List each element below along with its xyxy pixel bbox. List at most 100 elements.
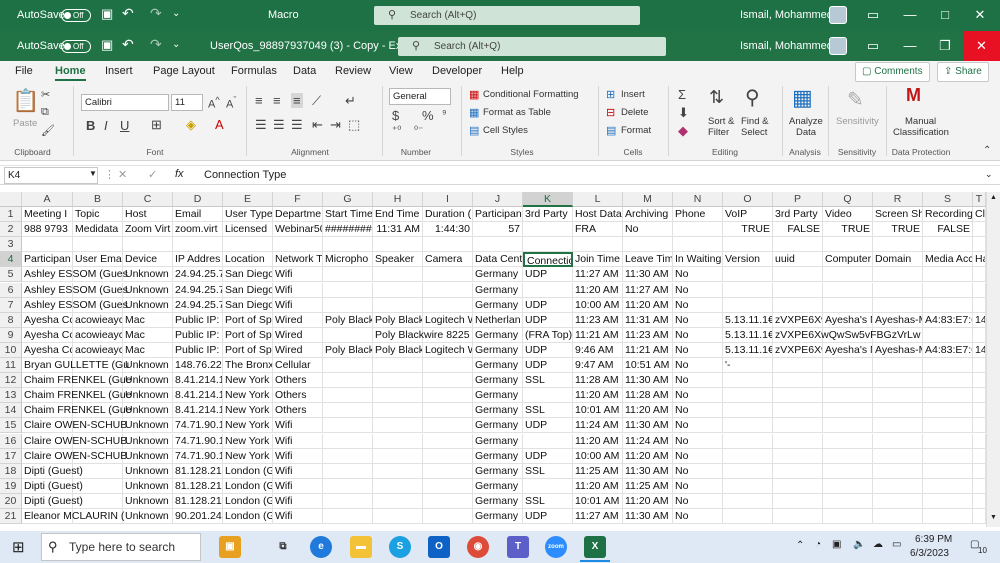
mcafee-shield-icon[interactable]: M bbox=[906, 85, 921, 106]
font-name-dropdown[interactable]: Calibri bbox=[81, 94, 169, 111]
row-header-7[interactable]: 7 bbox=[0, 297, 22, 313]
cell-G14[interactable] bbox=[323, 403, 373, 419]
cell-T13[interactable] bbox=[973, 388, 986, 404]
cell-L13[interactable]: 11:20 AM bbox=[573, 388, 623, 404]
cell-R21[interactable] bbox=[873, 509, 923, 524]
cell-F13[interactable]: Others bbox=[273, 388, 323, 404]
cell-C16[interactable]: Unknown bbox=[123, 433, 173, 449]
cell-B2[interactable]: Medidata bbox=[73, 222, 123, 238]
cell-H1[interactable]: End Time bbox=[373, 207, 423, 222]
cell-E1[interactable]: User Type bbox=[223, 207, 273, 222]
onedrive-icon[interactable]: ☁ bbox=[873, 539, 883, 550]
cell-E6[interactable]: San Diego bbox=[223, 282, 273, 298]
row-header-13[interactable]: 13 bbox=[0, 388, 22, 404]
cell-T15[interactable] bbox=[973, 418, 986, 434]
row-header-18[interactable]: 18 bbox=[0, 463, 22, 479]
format-as-table-button[interactable]: Format as Table bbox=[483, 107, 551, 118]
cell-R17[interactable] bbox=[873, 448, 923, 464]
cell-Q5[interactable] bbox=[823, 267, 873, 283]
cell-H6[interactable] bbox=[373, 282, 423, 298]
cell-P15[interactable] bbox=[773, 418, 823, 434]
cell-S19[interactable] bbox=[923, 478, 973, 494]
cell-I18[interactable] bbox=[423, 463, 473, 479]
format-cells-icon[interactable]: ▤ bbox=[606, 124, 616, 137]
cell-I6[interactable] bbox=[423, 282, 473, 298]
cell-P11[interactable] bbox=[773, 358, 823, 373]
row-header-9[interactable]: 9 bbox=[0, 327, 22, 343]
cell-F16[interactable]: Wifi bbox=[273, 433, 323, 449]
cell-R6[interactable] bbox=[873, 282, 923, 298]
cell-A16[interactable]: Claire OWEN-SCHUB bbox=[22, 433, 127, 449]
cell-G1[interactable]: Start Time bbox=[323, 207, 373, 222]
clock-time[interactable]: 6:39 PM bbox=[915, 534, 952, 545]
cell-J19[interactable]: Germany bbox=[473, 478, 523, 494]
cell-styles-button[interactable]: Cell Styles bbox=[483, 125, 528, 136]
cell-E7[interactable]: San Diego bbox=[223, 297, 273, 313]
cell-M20[interactable]: 11:20 AM bbox=[623, 493, 673, 509]
percent-icon[interactable]: % bbox=[422, 108, 434, 123]
cell-E9[interactable]: Port of Sp bbox=[223, 327, 273, 343]
cell-T6[interactable] bbox=[973, 282, 986, 298]
cell-H14[interactable] bbox=[373, 403, 423, 419]
cell-C9[interactable]: Mac bbox=[123, 327, 173, 343]
row-header-3[interactable]: 3 bbox=[0, 237, 22, 253]
cell-A9[interactable]: Ayesha Cc bbox=[22, 327, 73, 343]
insert-function-icon[interactable]: fx bbox=[175, 168, 184, 180]
comments-button[interactable]: ▢ Comments bbox=[855, 62, 930, 82]
row-header-10[interactable]: 10 bbox=[0, 342, 22, 358]
cell-G9[interactable] bbox=[323, 327, 373, 343]
cell-P2[interactable]: FALSE bbox=[773, 222, 823, 238]
maximize-icon[interactable]: ❐ bbox=[935, 36, 955, 56]
cell-F18[interactable]: Wifi bbox=[273, 463, 323, 479]
find-select-label[interactable]: Find & bbox=[741, 116, 768, 127]
column-header-J[interactable]: J bbox=[473, 192, 523, 207]
cell-R2[interactable]: TRUE bbox=[873, 222, 923, 238]
cell-I15[interactable] bbox=[423, 418, 473, 434]
cell-J4[interactable]: Data Cent bbox=[473, 252, 523, 268]
cell-H7[interactable] bbox=[373, 297, 423, 313]
cell-K7[interactable]: UDP bbox=[523, 297, 573, 313]
align-left-icon[interactable]: ☰ bbox=[255, 117, 267, 133]
cell-N11[interactable]: No bbox=[673, 358, 723, 373]
cell-H13[interactable] bbox=[373, 388, 423, 404]
cell-A1[interactable]: Meeting I bbox=[22, 207, 73, 222]
column-header-O[interactable]: O bbox=[723, 192, 773, 207]
cell-T7[interactable] bbox=[973, 297, 986, 313]
cell-D6[interactable]: 24.94.25.7 bbox=[173, 282, 223, 298]
cell-I11[interactable] bbox=[423, 358, 473, 373]
cell-J18[interactable]: Germany bbox=[473, 463, 523, 479]
cell-E20[interactable]: London (G bbox=[223, 493, 273, 509]
cell-R18[interactable] bbox=[873, 463, 923, 479]
paste-icon[interactable]: 📋 bbox=[12, 88, 39, 114]
cell-H10[interactable]: Poly Black bbox=[373, 342, 423, 358]
cell-T12[interactable] bbox=[973, 373, 986, 389]
cell-G10[interactable]: Poly Black bbox=[323, 342, 373, 358]
vertical-scrollbar[interactable]: ▲ ▼ bbox=[986, 192, 1000, 527]
cell-G17[interactable] bbox=[323, 448, 373, 464]
cell-M13[interactable]: 11:28 AM bbox=[623, 388, 673, 404]
cell-Q20[interactable] bbox=[823, 493, 873, 509]
cell-A8[interactable]: Ayesha Cc bbox=[22, 312, 73, 328]
cell-I8[interactable]: Logitech W bbox=[423, 312, 473, 328]
cell-R11[interactable] bbox=[873, 358, 923, 373]
cell-H3[interactable] bbox=[373, 237, 423, 253]
name-box[interactable]: K4 bbox=[4, 167, 98, 184]
cell-D4[interactable]: IP Addres bbox=[173, 252, 223, 268]
cell-M10[interactable]: 11:21 AM bbox=[623, 342, 673, 358]
cell-I3[interactable] bbox=[423, 237, 473, 253]
cell-Q11[interactable] bbox=[823, 358, 873, 373]
cell-P5[interactable] bbox=[773, 267, 823, 283]
row-header-20[interactable]: 20 bbox=[0, 493, 22, 509]
name-box-dropdown-icon[interactable]: ▼ bbox=[89, 169, 97, 178]
cell-G4[interactable]: Micropho bbox=[323, 252, 373, 268]
cell-P9[interactable]: zVXPE6XwQwSw5vFBGzVrLw bbox=[773, 327, 920, 343]
cell-Q8[interactable]: Ayesha's M bbox=[823, 312, 873, 328]
cell-N12[interactable]: No bbox=[673, 373, 723, 389]
cell-O17[interactable] bbox=[723, 448, 773, 464]
cell-P8[interactable]: zVXPE6Xw bbox=[773, 312, 823, 328]
cell-N7[interactable]: No bbox=[673, 297, 723, 313]
volume-icon[interactable]: 🔈 bbox=[853, 539, 865, 550]
decrease-indent-icon[interactable]: ⇤ bbox=[312, 117, 323, 133]
cell-G2[interactable]: ######## bbox=[323, 222, 373, 238]
cell-P4[interactable]: uuid bbox=[773, 252, 823, 268]
